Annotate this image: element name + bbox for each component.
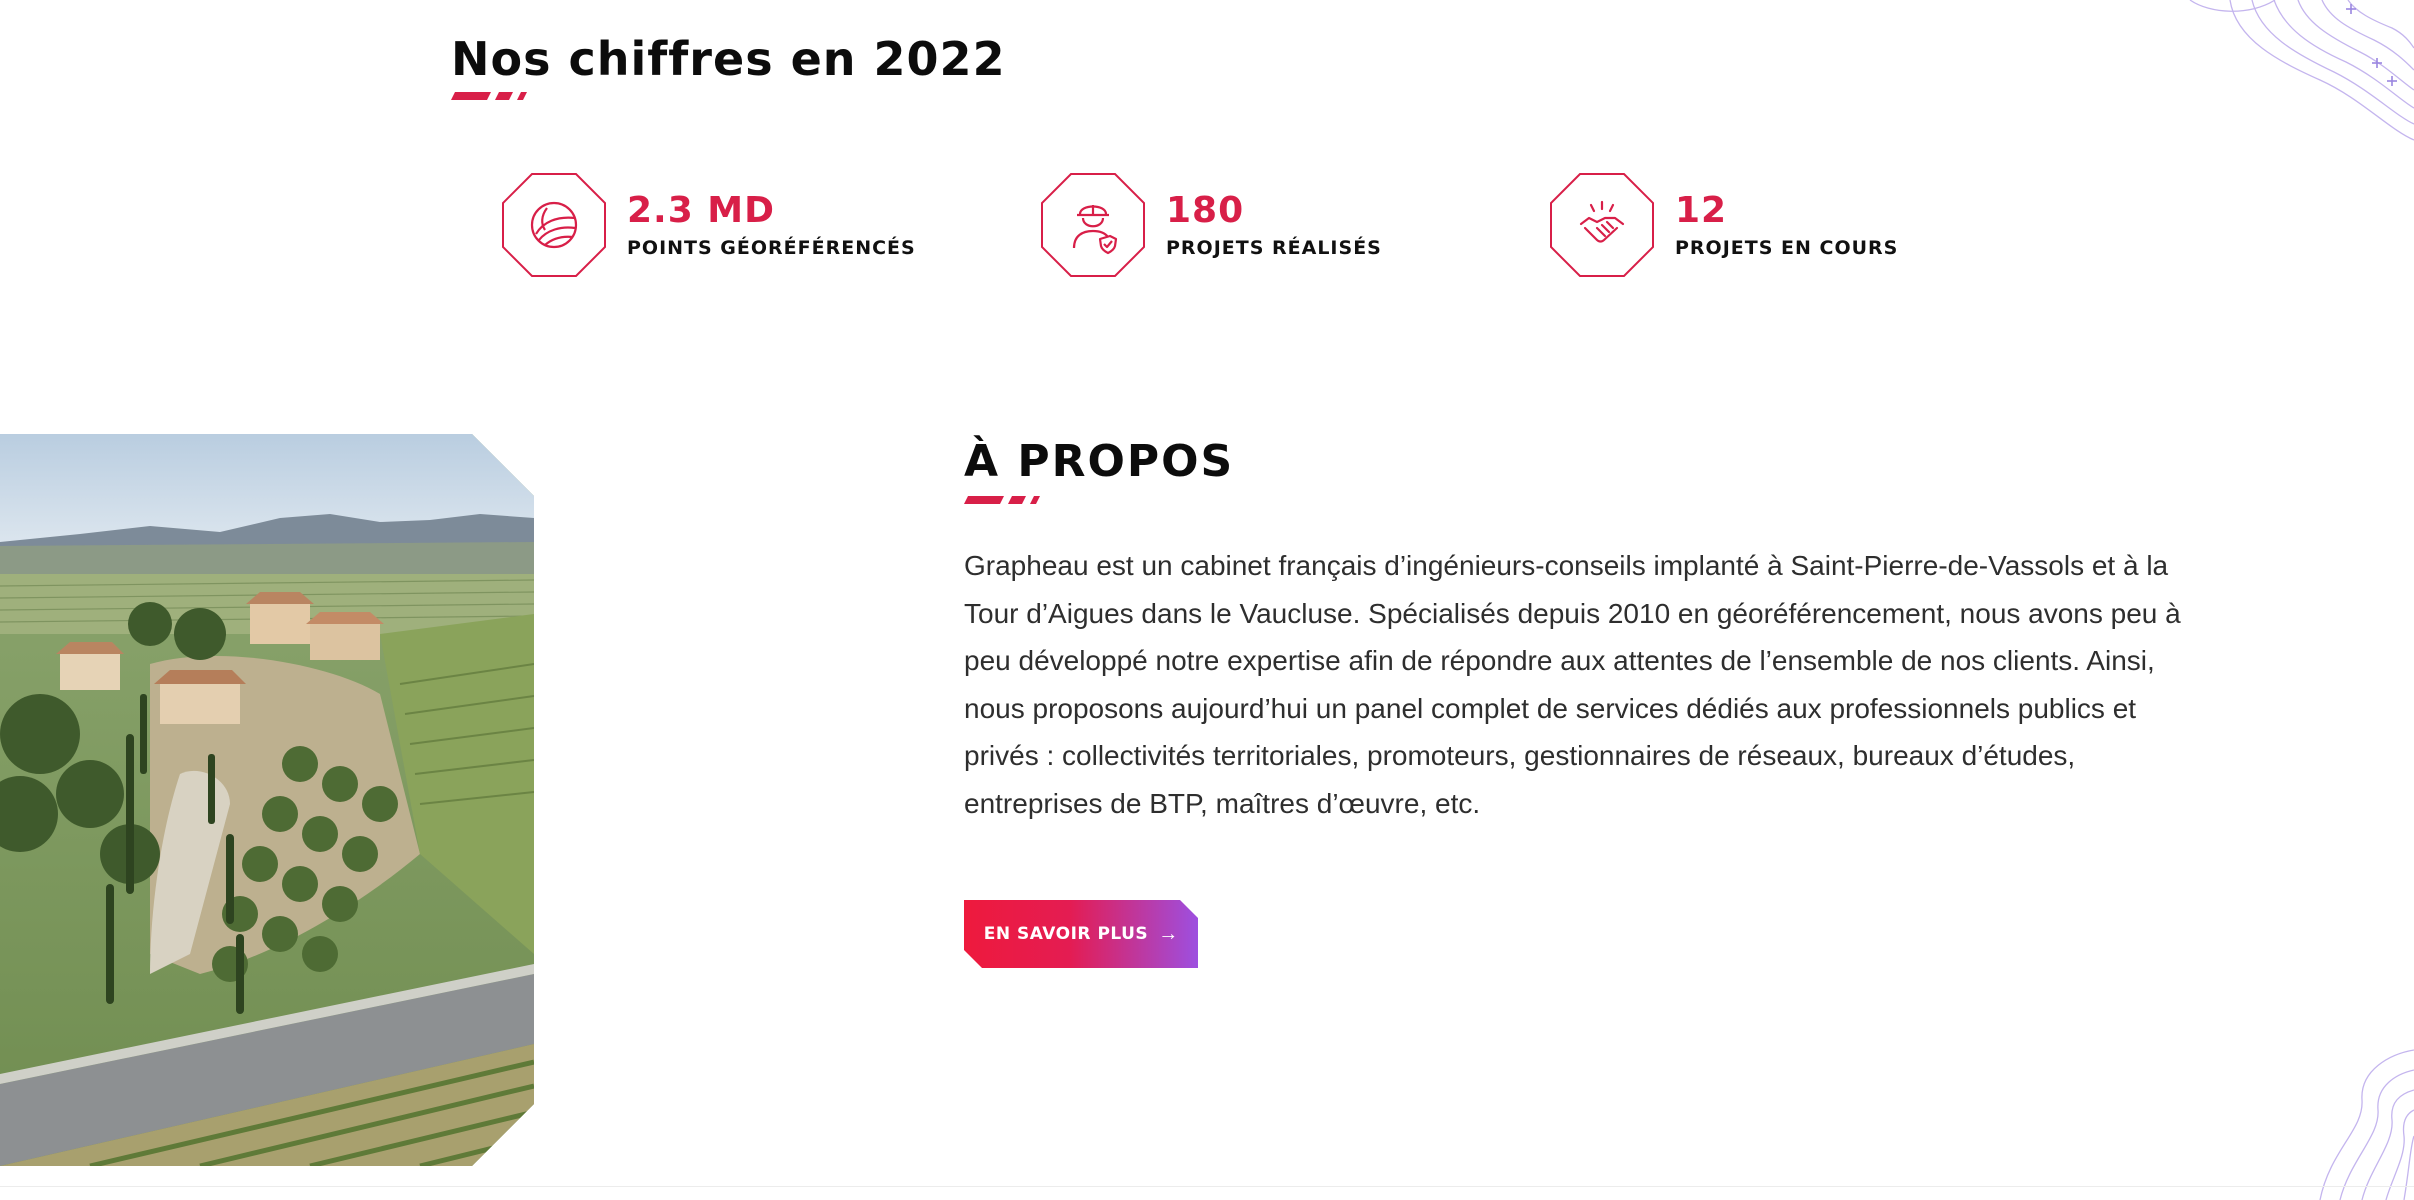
engineer-worker-icon — [1040, 172, 1146, 278]
stat-value: 180 — [1166, 190, 1245, 232]
handshake-icon — [1549, 172, 1655, 278]
aerial-vineyard-farmhouse-photo — [0, 434, 534, 1166]
about-description: Grapheau est un cabinet français d’ingén… — [964, 550, 2181, 819]
section-divider — [0, 1186, 2414, 1187]
topographic-lines-decoration — [2319, 1049, 2414, 1200]
stat-item-projects-done: 180 PROJETS RÉALISÉS — [1040, 172, 1382, 278]
stat-item-points: 2.3 MD POINTS GÉORÉFÉRENCÉS — [501, 172, 916, 278]
stats-section-title: Nos chiffres en 2022 — [451, 32, 1006, 86]
stat-label: PROJETS RÉALISÉS — [1166, 236, 1382, 259]
arrow-right-icon: → — [1158, 923, 1179, 945]
stat-value: 12 — [1675, 190, 1728, 232]
title-accent-underline — [451, 92, 527, 100]
survey-points-icon — [501, 172, 607, 278]
learn-more-button[interactable]: EN SAVOIR PLUS → — [964, 900, 1198, 968]
about-section-title: À PROPOS — [964, 436, 1235, 487]
stat-label: PROJETS EN COURS — [1675, 236, 1899, 259]
learn-more-label: EN SAVOIR PLUS — [983, 924, 1149, 944]
stat-value: 2.3 MD — [627, 190, 776, 232]
stat-item-projects-ongoing: 12 PROJETS EN COURS — [1549, 172, 1898, 278]
topographic-lines-decoration — [2189, 0, 2414, 141]
title-accent-underline — [964, 496, 1040, 504]
stat-label: POINTS GÉORÉFÉRENCÉS — [627, 236, 916, 259]
